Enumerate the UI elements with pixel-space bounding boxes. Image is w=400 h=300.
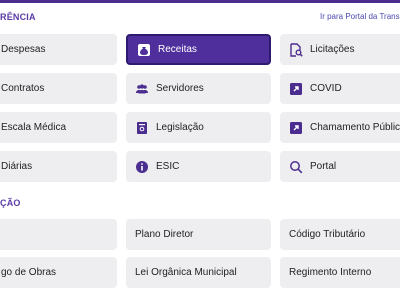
button-escala-medica[interactable]: Escala Médica	[0, 112, 117, 143]
button-lei-organica-municipal[interactable]: Lei Orgânica Municipal	[126, 257, 271, 288]
search-icon	[289, 160, 303, 174]
button-label: Licitações	[310, 44, 355, 55]
button-label: ESIC	[156, 161, 180, 172]
button-label: Portal	[310, 161, 337, 172]
button-label: Diárias	[1, 161, 33, 172]
button-label: COVID	[310, 83, 342, 94]
button-legislation-item[interactable]	[0, 219, 117, 250]
button-receitas[interactable]: Receitas	[126, 34, 271, 65]
button-label: go de Obras	[1, 267, 57, 278]
button-servidores[interactable]: Servidores	[126, 73, 271, 104]
button-codigo-de-obras[interactable]: go de Obras	[0, 257, 117, 288]
button-label: Despesas	[1, 44, 46, 55]
button-portal[interactable]: Portal	[280, 151, 400, 182]
button-label: Contratos	[1, 83, 45, 94]
button-covid[interactable]: COVID	[280, 73, 400, 104]
book-icon	[135, 121, 149, 135]
info-icon	[135, 160, 149, 174]
button-diarias[interactable]: Diárias	[0, 151, 117, 182]
button-esic[interactable]: ESIC	[126, 151, 271, 182]
section-title-legislacao: ÇÃO	[0, 198, 21, 208]
button-despesas[interactable]: Despesas	[0, 34, 117, 65]
button-label: Plano Diretor	[135, 229, 194, 240]
button-label: Escala Médica	[1, 122, 67, 133]
button-label: Receitas	[158, 44, 197, 55]
button-codigo-tributario[interactable]: Código Tributário	[280, 219, 400, 250]
button-label: Chamamento Público	[310, 122, 400, 133]
button-regimento-interno[interactable]: Regimento Interno	[280, 257, 400, 288]
button-label: Código Tributário	[289, 229, 366, 240]
button-label: Regimento Interno	[289, 267, 372, 278]
top-accent-bar	[0, 0, 400, 3]
button-legislacao[interactable]: Legislação	[126, 112, 271, 143]
button-chamamento-publico[interactable]: Chamamento Público	[280, 112, 400, 143]
external-link-icon	[289, 121, 303, 135]
button-plano-diretor[interactable]: Plano Diretor	[126, 219, 271, 250]
button-licitacoes[interactable]: Licitações	[280, 34, 400, 65]
document-search-icon	[289, 42, 303, 57]
button-label: Servidores	[156, 83, 204, 94]
button-label: Lei Orgânica Municipal	[135, 267, 237, 278]
users-icon	[135, 82, 149, 96]
section-title-transparencia: RÊNCIA	[0, 12, 36, 22]
external-link-icon	[289, 82, 303, 96]
button-label: Legislação	[156, 122, 204, 133]
money-bag-icon	[137, 43, 151, 57]
button-contratos[interactable]: Contratos	[0, 73, 117, 104]
portal-transparencia-link[interactable]: Ir para Portal da Transp	[320, 12, 400, 21]
